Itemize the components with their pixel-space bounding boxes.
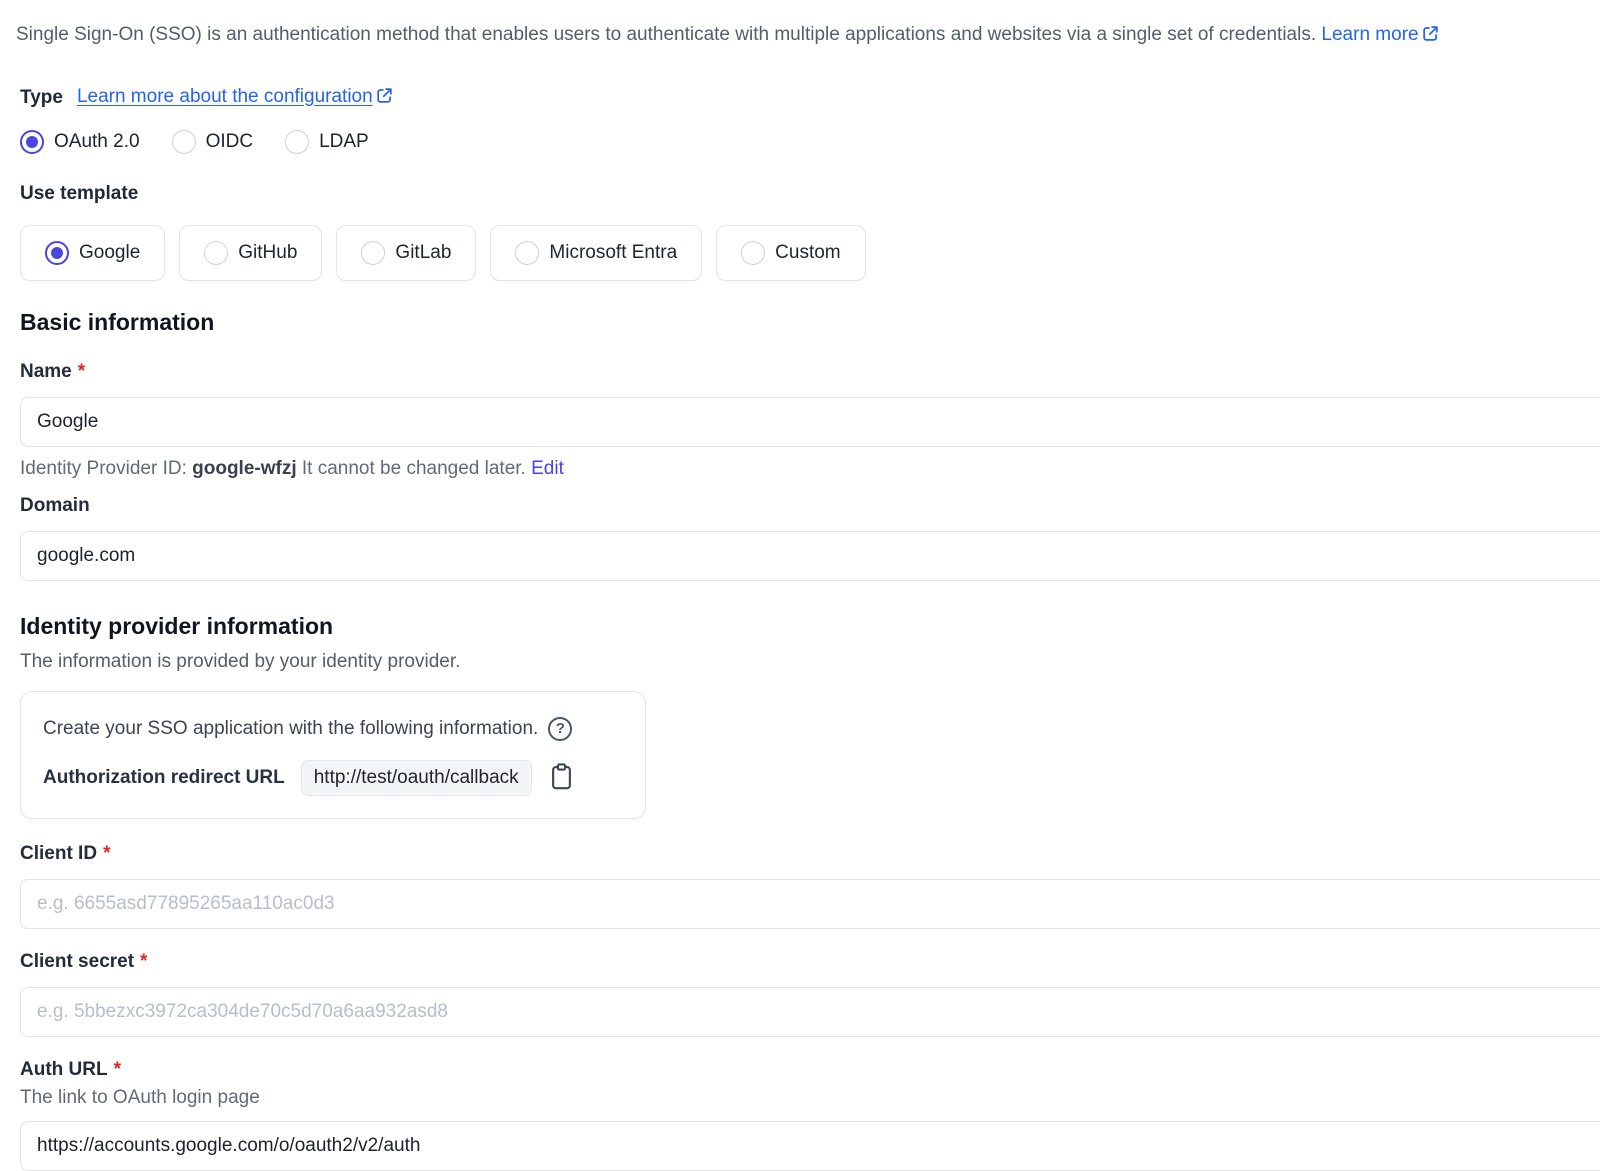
authorization-redirect-value: http://test/oauth/callback xyxy=(301,760,532,796)
type-option-oidc[interactable]: OIDC xyxy=(172,130,254,154)
authorization-redirect-label: Authorization redirect URL xyxy=(43,767,285,789)
sso-application-info-card: Create your SSO application with the fol… xyxy=(20,691,646,819)
template-cards: Google GitHub GitLab Microsoft Entra Cus… xyxy=(20,225,1600,281)
edit-id-link[interactable]: Edit xyxy=(531,458,564,479)
configuration-doc-link[interactable]: Learn more about the configuration xyxy=(77,86,394,111)
idp-information-heading: Identity provider information xyxy=(20,611,1600,641)
radio-template-custom[interactable] xyxy=(741,241,765,265)
authorization-redirect-row: Authorization redirect URL http://test/o… xyxy=(43,760,623,796)
radio-template-gitlab[interactable] xyxy=(361,241,385,265)
auth-url-label: Auth URL * xyxy=(20,1057,1600,1083)
radio-template-google[interactable] xyxy=(45,241,69,265)
radio-template-microsoft-entra[interactable] xyxy=(515,241,539,265)
template-card-github[interactable]: GitHub xyxy=(179,225,322,281)
learn-more-link[interactable]: Learn more xyxy=(1321,24,1439,45)
sso-description-text: Single Sign-On (SSO) is an authenticatio… xyxy=(16,24,1316,45)
clipboard-icon xyxy=(548,762,575,794)
required-asterisk: * xyxy=(140,951,147,973)
name-label: Name * xyxy=(20,359,1600,385)
template-card-microsoft-entra[interactable]: Microsoft Entra xyxy=(490,225,702,281)
radio-oidc[interactable] xyxy=(172,130,196,154)
client-id-label: Client ID * xyxy=(20,841,1600,867)
copy-button[interactable] xyxy=(548,762,575,794)
external-link-icon xyxy=(1421,24,1440,51)
identity-provider-id-value: google-wfzj xyxy=(192,458,296,479)
template-card-custom[interactable]: Custom xyxy=(716,225,865,281)
client-secret-input[interactable] xyxy=(20,987,1600,1037)
type-option-ldap[interactable]: LDAP xyxy=(285,130,369,154)
sso-settings-page: Single Sign-On (SSO) is an authenticatio… xyxy=(0,0,1600,1171)
idp-information-subtitle: The information is provided by your iden… xyxy=(20,649,1600,675)
radio-ldap[interactable] xyxy=(285,130,309,154)
type-options: OAuth 2.0 OIDC LDAP xyxy=(20,129,1600,155)
client-secret-label: Client secret * xyxy=(20,949,1600,975)
name-input[interactable] xyxy=(20,397,1600,447)
sso-application-instruction: Create your SSO application with the fol… xyxy=(43,716,623,742)
type-option-oauth2[interactable]: OAuth 2.0 xyxy=(20,130,140,154)
sso-description: Single Sign-On (SSO) is an authenticatio… xyxy=(16,22,1600,51)
domain-input[interactable] xyxy=(20,531,1600,581)
use-template-label: Use template xyxy=(20,183,1600,209)
template-card-google[interactable]: Google xyxy=(20,225,165,281)
type-label: Type xyxy=(20,87,63,109)
auth-url-helper: The link to OAuth login page xyxy=(20,1085,1600,1111)
basic-information-heading: Basic information xyxy=(20,307,1600,337)
help-icon[interactable]: ? xyxy=(548,717,572,741)
template-card-gitlab[interactable]: GitLab xyxy=(336,225,476,281)
required-asterisk: * xyxy=(78,361,85,383)
auth-url-input[interactable] xyxy=(20,1121,1600,1171)
radio-template-github[interactable] xyxy=(204,241,228,265)
client-id-input[interactable] xyxy=(20,879,1600,929)
identity-provider-id-line: Identity Provider ID: google-wfzj It can… xyxy=(20,457,1600,481)
required-asterisk: * xyxy=(114,1059,121,1081)
type-row: Type Learn more about the configuration xyxy=(20,85,1600,111)
domain-label: Domain xyxy=(20,493,1600,519)
required-asterisk: * xyxy=(103,843,110,865)
radio-oauth2[interactable] xyxy=(20,130,44,154)
external-link-icon xyxy=(375,86,394,111)
